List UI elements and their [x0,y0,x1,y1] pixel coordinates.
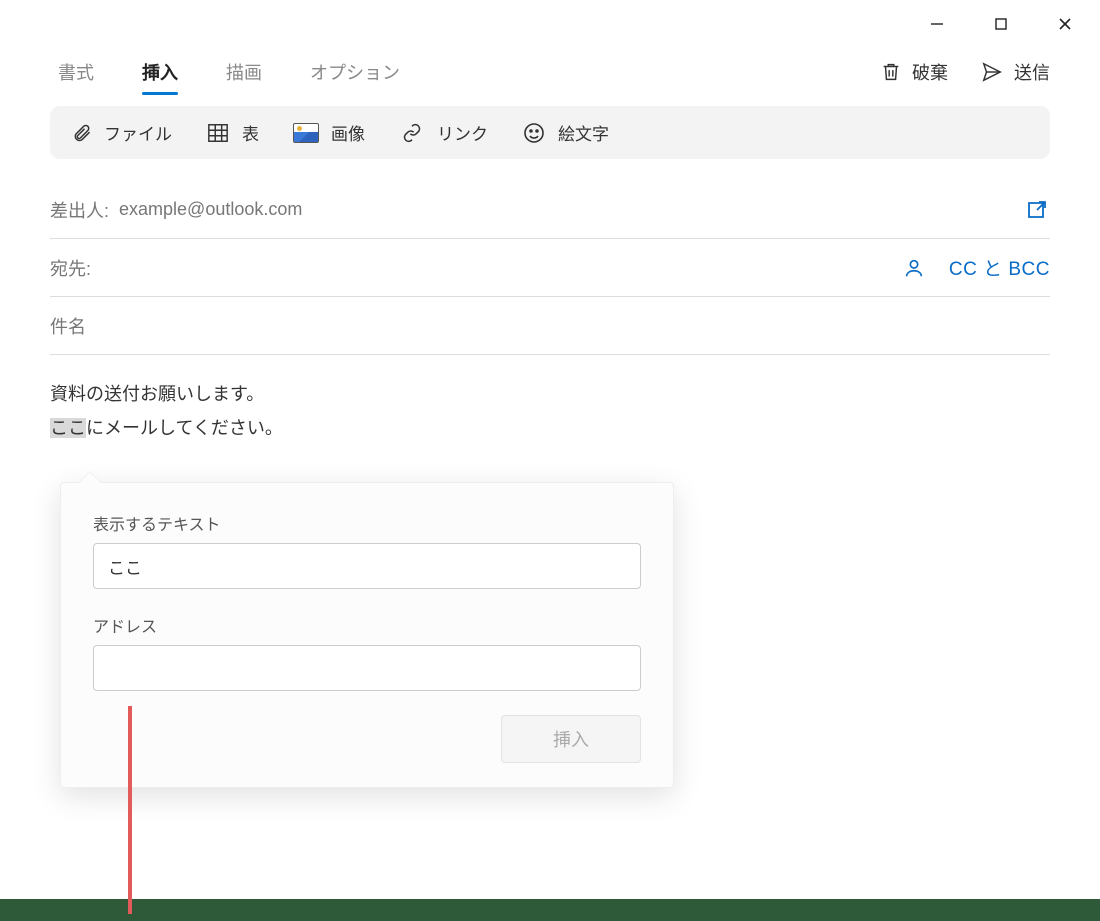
to-row[interactable]: 宛先: CC と BCC [50,239,1050,297]
message-body[interactable]: 資料の送付お願いします。 ここにメールしてください。 [0,355,1100,445]
contacts-icon[interactable] [903,257,925,279]
from-label: 差出人: [50,197,109,223]
cc-bcc-link[interactable]: CC と BCC [949,254,1050,281]
send-icon [980,61,1004,83]
ribbon-emoji[interactable]: 絵文字 [522,120,609,145]
ribbon-table-label: 表 [242,120,259,145]
to-label: 宛先: [50,255,91,281]
send-label: 送信 [1014,59,1050,85]
ribbon-link[interactable]: リンク [399,120,488,145]
body-line-2-rest: にメールしてください。 [86,418,283,438]
address-input[interactable] [93,645,641,691]
body-line-1: 資料の送付お願いします。 [50,377,1050,411]
discard-button[interactable]: 破棄 [880,59,948,85]
insert-ribbon: ファイル 表 画像 リンク [50,106,1050,159]
tab-format[interactable]: 書式 [50,51,102,93]
subject-row[interactable]: 件名 [50,297,1050,355]
paperclip-icon [72,121,92,145]
ribbon-link-label: リンク [437,120,488,145]
insert-link-popup: 表示するテキスト アドレス 挿入 [60,482,674,788]
subject-placeholder: 件名 [50,313,86,339]
ribbon-file[interactable]: ファイル [72,120,172,145]
tab-bar: 書式 挿入 描画 オプション 破棄 送信 [0,48,1100,96]
ribbon-table[interactable]: 表 [206,120,259,145]
tab-insert[interactable]: 挿入 [134,51,186,93]
address-label: アドレス [93,613,641,637]
titlebar [0,0,1100,48]
ribbon-file-label: ファイル [104,120,172,145]
trash-icon [880,61,902,83]
header-fields: 差出人: example@outlook.com 宛先: CC と BCC 件名 [0,159,1100,355]
tab-options[interactable]: オプション [302,51,408,93]
ribbon-emoji-label: 絵文字 [558,120,609,145]
tab-draw[interactable]: 描画 [218,51,270,93]
table-icon [206,122,230,144]
annotation-pointer [128,706,132,914]
discard-label: 破棄 [912,59,948,85]
popout-icon[interactable] [1024,198,1050,222]
close-button[interactable] [1042,4,1088,44]
maximize-button[interactable] [978,4,1024,44]
ribbon-image-label: 画像 [331,120,365,145]
minimize-button[interactable] [914,4,960,44]
send-button[interactable]: 送信 [980,59,1050,85]
ribbon-image[interactable]: 画像 [293,120,365,145]
emoji-icon [522,121,546,145]
body-line-2: ここにメールしてください。 [50,411,1050,445]
image-icon [293,123,319,143]
display-text-input[interactable] [93,543,641,589]
display-text-label: 表示するテキスト [93,511,641,535]
from-row: 差出人: example@outlook.com [50,181,1050,239]
from-value[interactable]: example@outlook.com [119,199,302,220]
compose-window: 書式 挿入 描画 オプション 破棄 送信 [0,0,1100,899]
highlighted-text: ここ [50,418,86,438]
link-icon [399,123,425,143]
insert-link-button[interactable]: 挿入 [501,715,641,763]
